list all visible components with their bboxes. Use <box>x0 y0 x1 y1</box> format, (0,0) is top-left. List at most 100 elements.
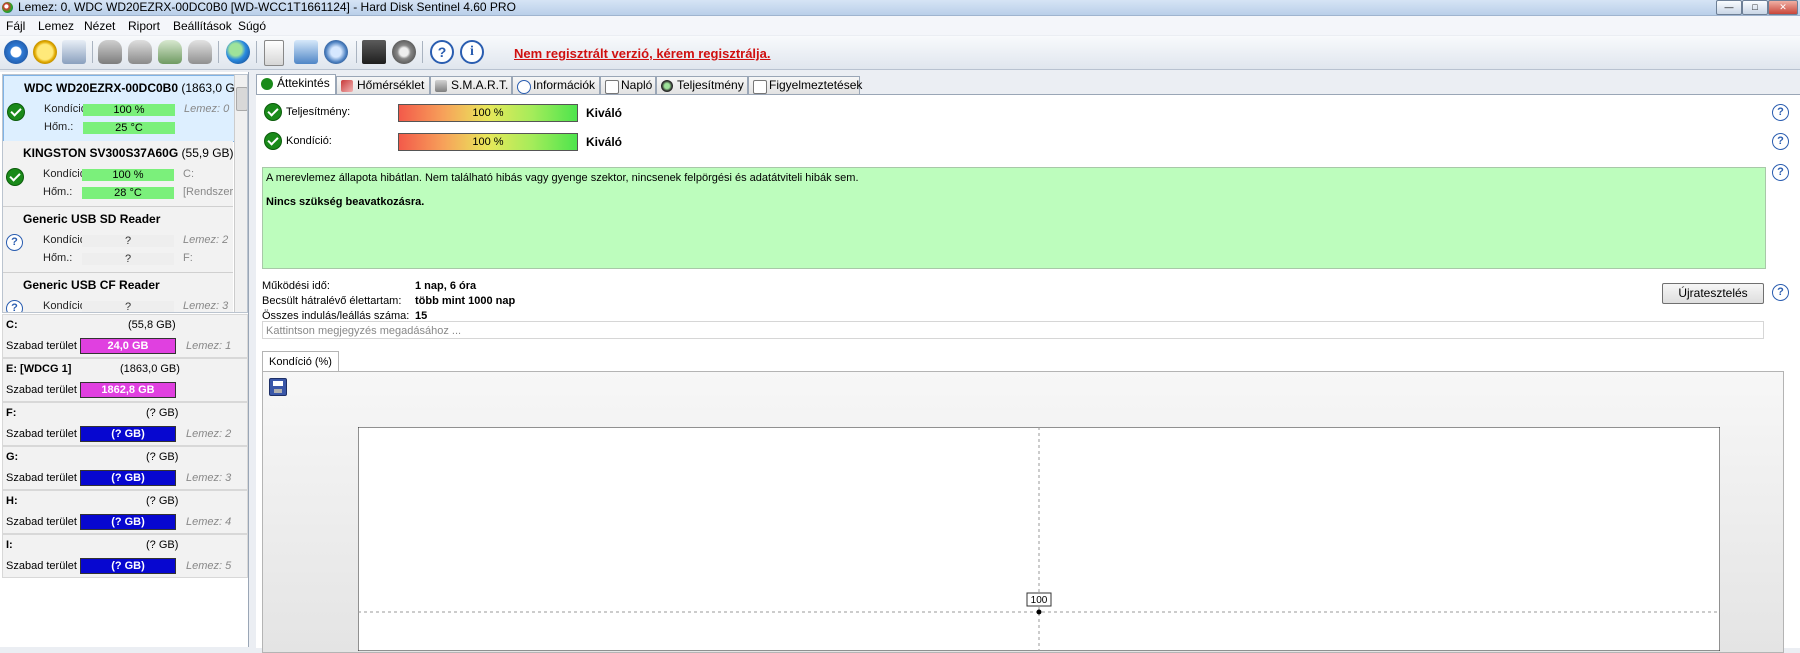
smart-icon <box>435 80 447 92</box>
condition-bar: ? <box>82 235 174 247</box>
disk-list-scrollbar[interactable] <box>234 75 247 312</box>
disk-info-2: [Rendszer <box>183 186 234 198</box>
help-icon[interactable]: ? <box>430 40 454 64</box>
volume-item-i[interactable]: I: (? GB) Szabad terület (? GB) Lemez: 5 <box>2 534 248 578</box>
disk-tool-4-icon[interactable] <box>188 40 212 64</box>
volume-item-e[interactable]: E: [WDCG 1] (1863,0 GB) Szabad terület 1… <box>2 358 248 402</box>
tab-log[interactable]: Napló <box>600 76 656 94</box>
performance-status: Kiváló <box>586 106 623 120</box>
tab-overview[interactable]: Áttekintés <box>256 74 336 95</box>
report-icon[interactable] <box>264 40 284 66</box>
toolbar: ? i Nem regisztrált verzió, kérem regisz… <box>0 36 1800 70</box>
retest-button[interactable]: Újratesztelés <box>1662 283 1764 304</box>
maximize-button[interactable]: □ <box>1742 0 1768 15</box>
tab-label: Figyelmeztetések <box>769 78 863 92</box>
disk-tool-2-icon[interactable] <box>128 40 152 64</box>
condition-bar: ? <box>82 301 174 312</box>
menu-view[interactable]: Nézet <box>84 19 115 33</box>
performance-ok-icon <box>264 103 282 121</box>
disk-tool-icon[interactable] <box>98 40 122 64</box>
disk-info: Lemez: 0 <box>184 103 230 115</box>
volume-size: (? GB) <box>146 407 179 419</box>
volume-item-g[interactable]: G: (? GB) Szabad terület (? GB) Lemez: 3 <box>2 446 248 490</box>
network-icon[interactable] <box>324 40 348 64</box>
help-icon[interactable]: ? <box>1772 164 1789 181</box>
menu-report[interactable]: Riport <box>128 19 160 33</box>
disk-info-2: F: <box>183 252 193 264</box>
disk-item-kingston[interactable]: KINGSTON SV300S37A60G (55,9 GB) Le Kondí… <box>3 141 247 207</box>
condition-label: Kondíció: <box>286 135 332 147</box>
performance-label: Teljesítmény: <box>286 106 351 118</box>
alerts-icon <box>753 80 767 94</box>
tab-label: Teljesítmény <box>677 78 744 92</box>
info-icon[interactable]: i <box>460 40 484 64</box>
condition-chart: 100100 <box>358 427 1720 651</box>
uptime-label: Működési idő: <box>262 280 330 292</box>
drive-icon[interactable] <box>62 40 86 64</box>
free-space-label: Szabad terület <box>6 472 77 484</box>
main-panel: Áttekintés Hőmérséklet S.M.A.R.T. Inform… <box>254 72 1800 653</box>
menu-disk[interactable]: Lemez <box>38 19 74 33</box>
close-button[interactable]: ✕ <box>1768 0 1798 15</box>
disk-item-cf-reader[interactable]: Generic USB CF Reader ? Kondíció: ? Leme… <box>3 273 233 312</box>
monitor-icon[interactable] <box>362 40 386 64</box>
sync-icon[interactable] <box>294 40 318 64</box>
disk-name-wrap: KINGSTON SV300S37A60G (55,9 GB) Le <box>23 146 247 160</box>
menu-help[interactable]: Súgó <box>238 19 266 33</box>
uptime-value: 1 nap, 6 óra <box>415 280 477 292</box>
free-space-bar: (? GB) <box>80 426 176 442</box>
disk-item-wdc[interactable]: WDC WD20EZRX-00DC0B0 (1863,0 GB) Kondíci… <box>3 75 247 142</box>
tab-performance[interactable]: Teljesítmény <box>656 76 748 94</box>
free-space-bar: 1862,8 GB <box>80 382 176 398</box>
volume-item-c[interactable]: C: (55,8 GB) Szabad terület 24,0 GB Leme… <box>2 314 248 358</box>
temperature-label: Hőm.: <box>44 121 74 133</box>
volume-name: I: <box>6 539 13 551</box>
tab-information[interactable]: Információk <box>512 76 600 94</box>
free-space-bar: 24,0 GB <box>80 338 176 354</box>
scrollbar-thumb[interactable] <box>236 87 247 111</box>
refresh-icon[interactable] <box>4 40 28 64</box>
register-link[interactable]: Nem regisztrált verzió, kérem regisztrál… <box>514 46 771 61</box>
volume-item-f[interactable]: F: (? GB) Szabad terület (? GB) Lemez: 2 <box>2 402 248 446</box>
disk-tool-3-icon[interactable] <box>158 40 182 64</box>
toolbar-separator <box>218 41 219 63</box>
tab-alerts[interactable]: Figyelmeztetések <box>748 76 863 94</box>
globe-icon[interactable] <box>226 40 250 64</box>
disk-item-sd-reader[interactable]: Generic USB SD Reader ? Kondíció: ? Leme… <box>3 207 233 273</box>
help-icon[interactable]: ? <box>1772 284 1789 301</box>
save-icon[interactable] <box>269 378 287 396</box>
chart-tab-condition[interactable]: Kondíció (%) <box>262 351 339 372</box>
volume-disk-info: Lemez: 5 <box>186 560 232 572</box>
temperature-bar: ? <box>82 253 174 265</box>
tab-label: Áttekintés <box>277 76 330 90</box>
volume-name: E: [WDCG 1] <box>6 363 72 375</box>
disk-name: KINGSTON SV300S37A60G <box>23 146 179 160</box>
note-input[interactable]: Kattintson megjegyzés megadásához ... <box>262 321 1764 339</box>
disk-info: Lemez: 3 <box>183 300 229 312</box>
free-space-label: Szabad terület <box>6 516 77 528</box>
volume-item-h[interactable]: H: (? GB) Szabad terület (? GB) Lemez: 4 <box>2 490 248 534</box>
chart-panel: 100100 <box>262 371 1784 653</box>
volume-size: (? GB) <box>146 451 179 463</box>
temperature-bar: 25 °C <box>83 122 175 134</box>
minimize-button[interactable]: — <box>1716 0 1742 15</box>
warning-icon[interactable] <box>33 40 57 64</box>
volume-name: C: <box>6 319 18 331</box>
overview-content: Teljesítmény: 100 % Kiváló ? Kondíció: 1… <box>256 94 1800 653</box>
tab-smart[interactable]: S.M.A.R.T. <box>430 76 512 94</box>
volume-disk-info: Lemez: 3 <box>186 472 232 484</box>
help-icon[interactable]: ? <box>1772 133 1789 150</box>
tab-label: S.M.A.R.T. <box>451 78 509 92</box>
menu-settings[interactable]: Beállítások <box>173 19 232 33</box>
status-ok-icon <box>7 103 25 121</box>
help-icon[interactable]: ? <box>1772 104 1789 121</box>
disk-name: WDC WD20EZRX-00DC0B0 <box>24 81 179 95</box>
tab-temperature[interactable]: Hőmérséklet <box>336 76 430 94</box>
thermometer-icon <box>341 80 353 92</box>
sound-icon[interactable] <box>392 40 416 64</box>
volume-disk-info: Lemez: 1 <box>186 340 232 352</box>
status-recommendation: Nincs szükség beavatkozásra. <box>266 196 425 208</box>
free-space-label: Szabad terület <box>6 428 77 440</box>
free-space-bar: (? GB) <box>80 558 176 574</box>
menu-file[interactable]: Fájl <box>6 19 25 33</box>
